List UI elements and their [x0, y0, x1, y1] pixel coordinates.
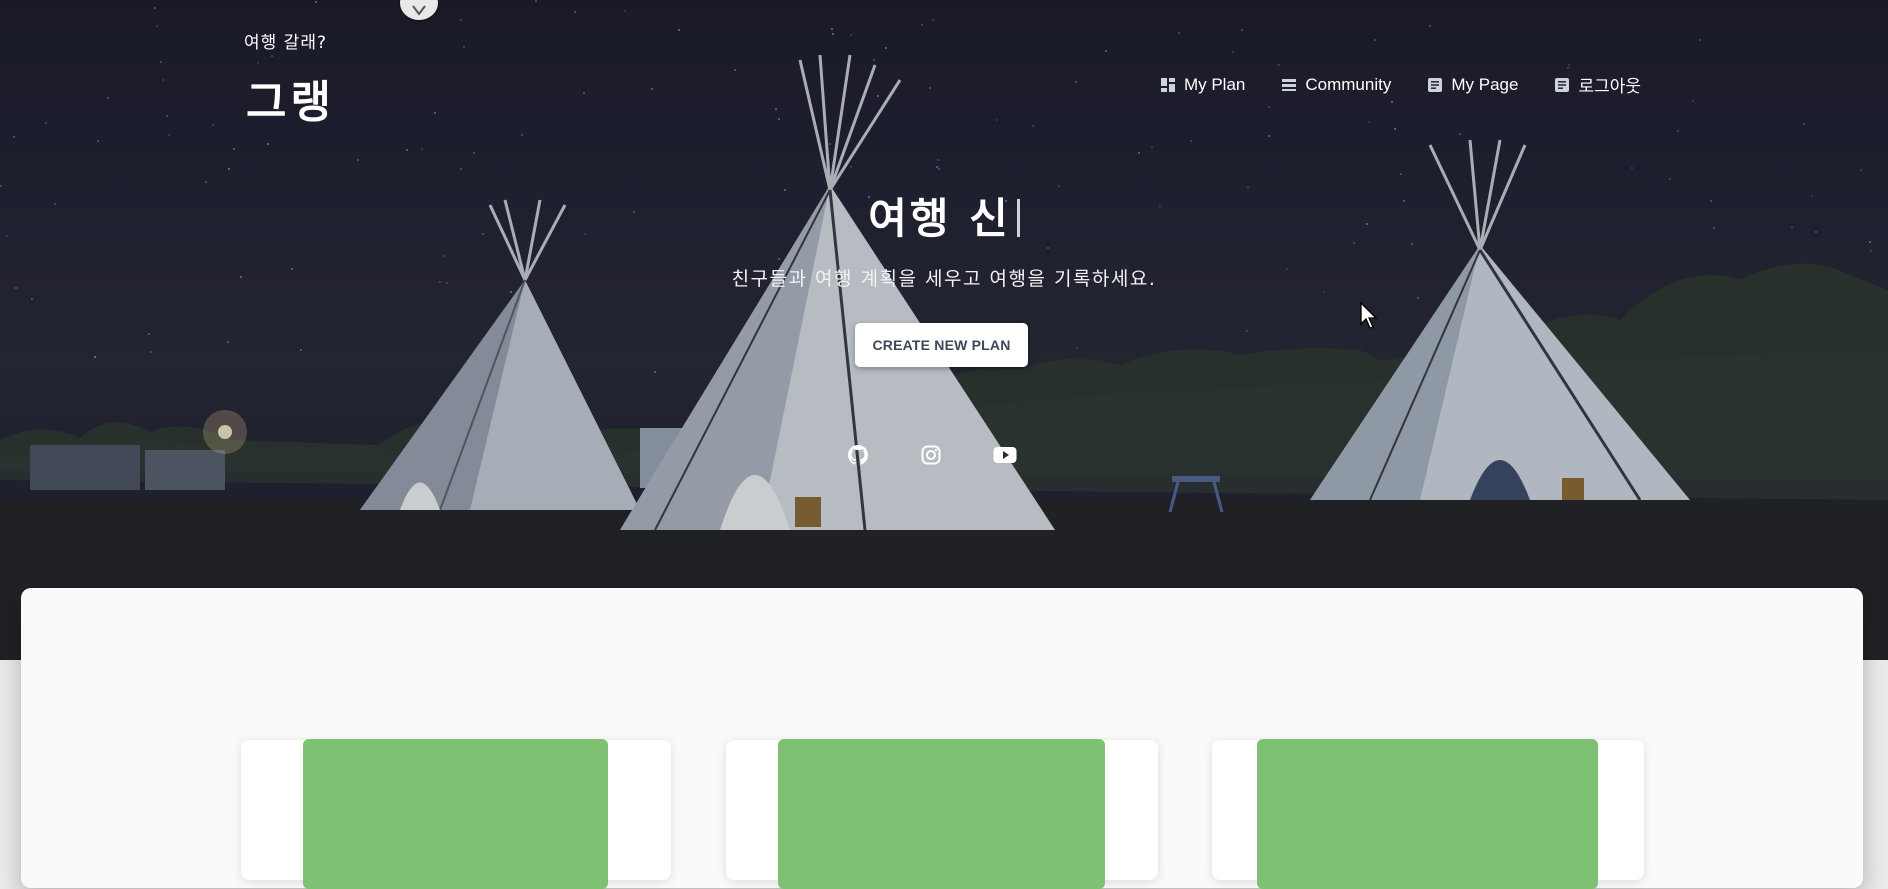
plan-card[interactable] — [726, 739, 1158, 889]
plan-card[interactable] — [241, 739, 671, 889]
nav-label: Community — [1305, 74, 1392, 94]
hero-subtitle: 친구들과 여행 계획을 세우고 여행을 기록하세요. — [731, 268, 1157, 290]
social-links — [0, 442, 1888, 472]
plan-card[interactable] — [1212, 739, 1644, 889]
youtube-icon[interactable] — [992, 442, 1018, 468]
mouse-pointer — [1360, 302, 1378, 329]
plan-card-image — [1257, 739, 1598, 889]
article-icon — [1428, 77, 1443, 92]
github-icon[interactable] — [845, 442, 871, 468]
plan-card-image — [303, 739, 608, 889]
hero-title: 여행 신 — [0, 185, 1888, 246]
nav-item-logout[interactable]: 로그아웃 — [1554, 72, 1641, 97]
nav-label: My Plan — [1183, 74, 1246, 94]
instagram-icon[interactable] — [918, 442, 944, 468]
plan-card-image — [778, 739, 1105, 889]
hero-section: 여행 갈래? 그랭 My Plan Community My Page 로그아웃… — [0, 0, 1888, 660]
nav-item-community[interactable]: Community — [1281, 72, 1391, 97]
brand-logo[interactable]: 그랭 — [246, 66, 335, 130]
nav-label: My Page — [1451, 74, 1519, 94]
dashboard-icon — [1160, 77, 1175, 92]
create-new-plan-button[interactable]: CREATE NEW PLAN — [855, 323, 1028, 367]
article-icon — [1555, 77, 1570, 92]
top-navigation: My Plan Community My Page 로그아웃 — [1160, 72, 1641, 97]
list-icon — [1282, 78, 1297, 91]
nav-item-my-plan[interactable]: My Plan — [1160, 72, 1245, 97]
nav-item-my-page[interactable]: My Page — [1427, 72, 1518, 97]
typing-cursor — [1016, 199, 1020, 237]
nav-label: 로그아웃 — [1578, 77, 1641, 96]
brand-tagline: 여행 갈래? — [244, 33, 327, 53]
